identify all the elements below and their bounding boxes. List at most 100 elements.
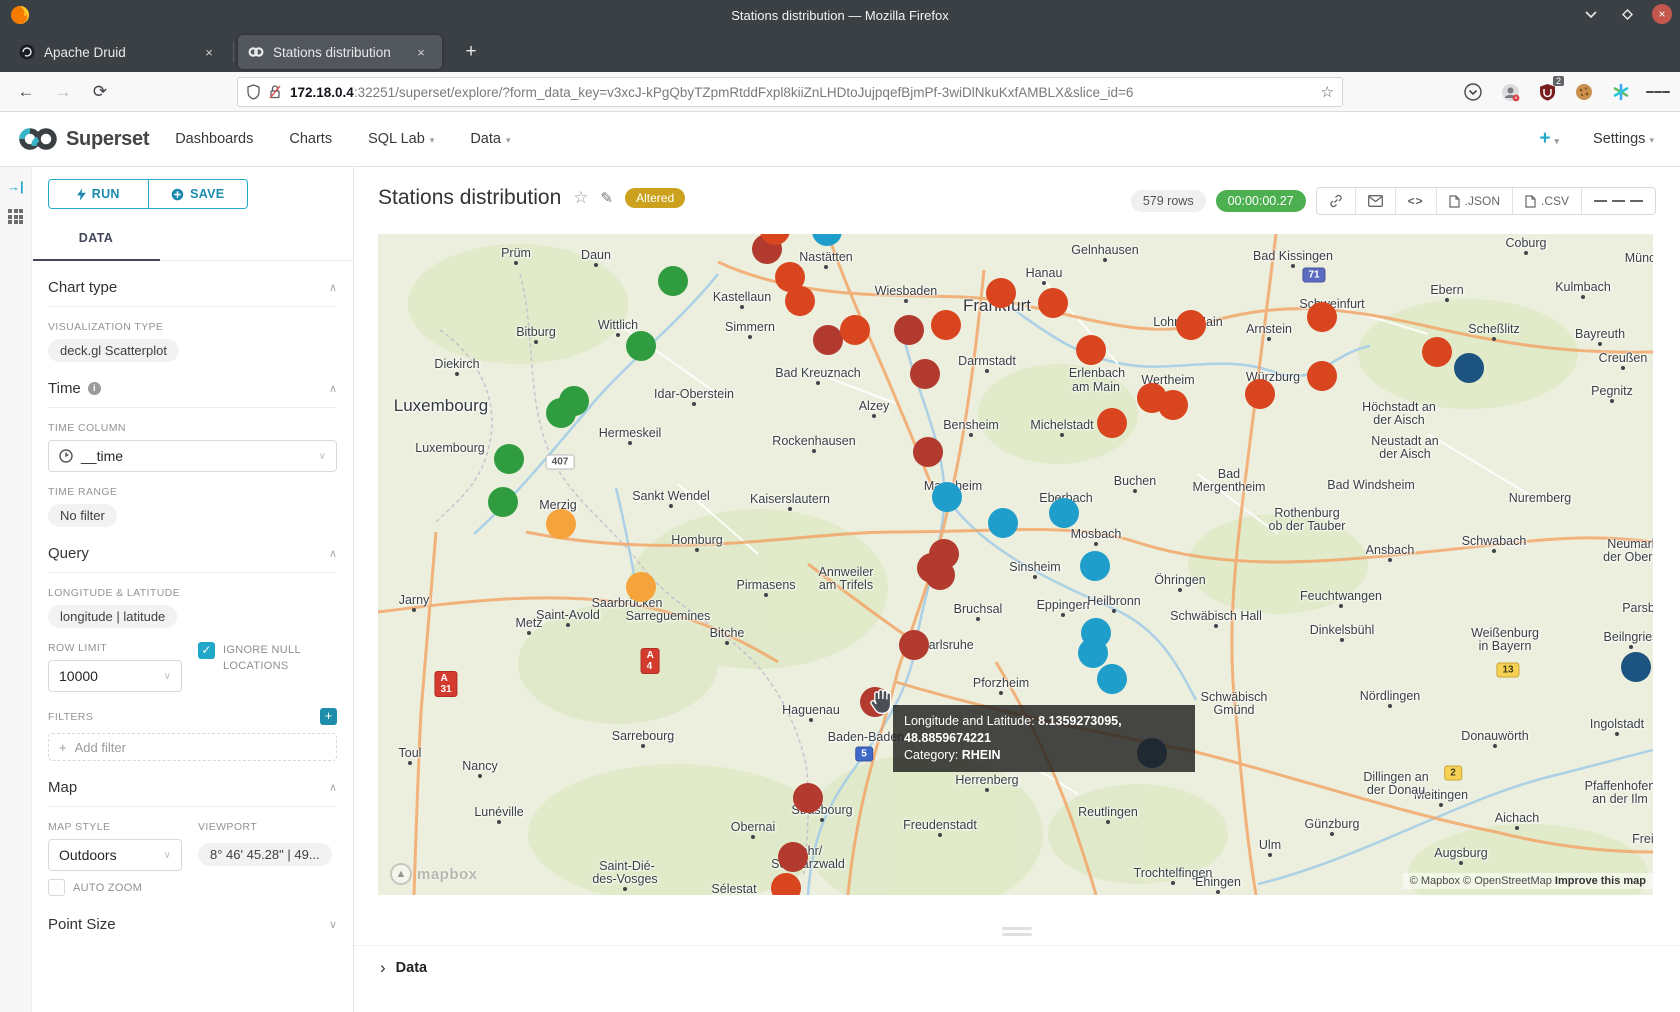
map-scatter-point-red[interactable]	[1158, 390, 1188, 420]
auto-zoom-checkbox[interactable]: AUTO ZOOM	[48, 879, 198, 896]
map-scatter-point-cyan[interactable]	[1049, 498, 1079, 528]
close-icon[interactable]: ×	[1652, 4, 1672, 24]
map-scatter-point-navy[interactable]	[1454, 353, 1484, 383]
map-scatter-point-red[interactable]	[840, 315, 870, 345]
map-scatter-point-red[interactable]	[1422, 337, 1452, 367]
map-scatter-point-red[interactable]	[1245, 379, 1275, 409]
attribution-mapbox[interactable]: © Mapbox	[1410, 875, 1460, 887]
settings-menu[interactable]: Settings ▾	[1593, 131, 1654, 147]
map-scatter-point-cyan[interactable]	[1097, 664, 1127, 694]
data-panel-toggle[interactable]: › Data	[354, 945, 1680, 990]
ignore-null-checkbox[interactable]: ✓ IGNORE NULLLOCATIONS	[198, 642, 337, 674]
map-scatter-point-green[interactable]	[546, 398, 576, 428]
map-scatter-point-red[interactable]	[986, 278, 1016, 308]
map-scatter-point-orange[interactable]	[626, 572, 656, 602]
bookmark-star-icon[interactable]: ☆	[1321, 83, 1334, 101]
deckgl-map[interactable]: PrümDaunNastättenWiesbadenFrankfurtHanau…	[378, 234, 1653, 895]
row-limit-select[interactable]: 10000 ∨	[48, 660, 182, 692]
checkbox-unchecked[interactable]	[48, 879, 65, 896]
email-button[interactable]	[1355, 188, 1395, 214]
map-scatter-point-cyan[interactable]	[932, 482, 962, 512]
account-icon[interactable]: ×	[1498, 80, 1522, 104]
map-scatter-point-darkred[interactable]	[925, 560, 955, 590]
checkbox-checked-icon[interactable]: ✓	[198, 642, 215, 659]
resize-handle[interactable]	[1002, 924, 1032, 939]
map-scatter-point-darkred[interactable]	[793, 783, 823, 813]
add-filter-plus-button[interactable]: +	[320, 708, 337, 725]
map-scatter-point-darkred[interactable]	[913, 437, 943, 467]
map-scatter-point-red[interactable]	[931, 310, 961, 340]
attribution-improve-link[interactable]: Improve this map	[1555, 875, 1646, 887]
cookie-icon[interactable]	[1572, 80, 1596, 104]
viz-type-pill[interactable]: deck.gl Scatterplot	[48, 339, 179, 362]
tab-data[interactable]: DATA	[32, 223, 160, 261]
map-scatter-point-red[interactable]	[785, 286, 815, 316]
superset-brand[interactable]: Superset	[18, 127, 149, 151]
run-button[interactable]: RUN	[49, 180, 148, 208]
mapbox-logo[interactable]: ▲ mapbox	[390, 863, 478, 885]
insecure-padlock-icon[interactable]	[268, 84, 282, 100]
section-header[interactable]: Point Size∨	[48, 916, 337, 933]
map-scatter-point-green[interactable]	[488, 487, 518, 517]
section-header[interactable]: Chart type∧	[48, 279, 337, 296]
map-scatter-point-green[interactable]	[658, 266, 688, 296]
back-button[interactable]: ←	[12, 78, 40, 106]
shield-permissions-icon[interactable]	[246, 84, 261, 100]
lonlat-pill[interactable]: longitude | latitude	[48, 605, 177, 628]
map-scatter-point-green[interactable]	[494, 444, 524, 474]
time-range-pill[interactable]: No filter	[48, 504, 117, 527]
time-column-select[interactable]: __time ∨	[48, 440, 337, 472]
url-bar[interactable]: 172.18.0.4:32251/superset/explore/?form_…	[237, 77, 1343, 107]
chart-menu-button[interactable]	[1581, 188, 1655, 214]
new-tab-button[interactable]: +	[458, 40, 484, 66]
tab-close-icon[interactable]: ×	[198, 45, 220, 60]
map-scatter-point-darkred[interactable]	[894, 315, 924, 345]
forward-button[interactable]: →	[49, 78, 77, 106]
map-scatter-point-green[interactable]	[626, 331, 656, 361]
map-scatter-point-red[interactable]	[771, 873, 801, 895]
section-header[interactable]: Timei∧	[48, 380, 337, 397]
map-scatter-point-red[interactable]	[1076, 335, 1106, 365]
map-scatter-point-navy[interactable]	[1621, 652, 1651, 682]
attribution-osm[interactable]: © OpenStreetMap	[1463, 875, 1552, 887]
extension-asterisk-icon[interactable]	[1609, 80, 1633, 104]
map-scatter-point-darkred[interactable]	[899, 630, 929, 660]
edit-properties-icon[interactable]: ✎	[601, 189, 614, 207]
new-item-button[interactable]: +▾	[1539, 128, 1559, 150]
section-header[interactable]: Query∧	[48, 545, 337, 562]
map-scatter-point-cyan[interactable]	[1078, 638, 1108, 668]
embed-code-button[interactable]: <>	[1395, 188, 1436, 214]
tab-close-icon[interactable]: ×	[410, 45, 432, 60]
pocket-icon[interactable]	[1461, 80, 1485, 104]
expand-datasource-icon[interactable]: →|	[7, 179, 24, 194]
menu-icon[interactable]	[1646, 80, 1670, 104]
viewport-pill[interactable]: 8° 46' 45.28" | 49...	[198, 843, 332, 866]
map-scatter-point-orange[interactable]	[546, 509, 576, 539]
map-scatter-point-red[interactable]	[1038, 288, 1068, 318]
section-header[interactable]: Map∧	[48, 779, 337, 796]
map-style-select[interactable]: Outdoors ∨	[48, 839, 182, 871]
map-scatter-point-darkred[interactable]	[910, 359, 940, 389]
map-scatter-point-darkred[interactable]	[813, 325, 843, 355]
datasource-grid-icon[interactable]	[8, 209, 23, 224]
map-scatter-point-red[interactable]	[1307, 302, 1337, 332]
tab-stations-distribution[interactable]: Stations distribution ×	[238, 35, 442, 69]
map-scatter-point-cyan[interactable]	[988, 508, 1018, 538]
map-scatter-point-red[interactable]	[1307, 361, 1337, 391]
nav-dashboards[interactable]: Dashboards	[175, 131, 253, 147]
add-filter-box[interactable]: + Add filter	[48, 733, 337, 761]
map-scatter-point-red[interactable]	[1176, 310, 1206, 340]
map-scatter-point-cyan[interactable]	[1080, 551, 1110, 581]
export-json-button[interactable]: .JSON	[1436, 188, 1512, 214]
nav-data[interactable]: Data▾	[470, 131, 510, 147]
minimize-icon[interactable]	[1580, 3, 1602, 25]
save-button[interactable]: SAVE	[148, 180, 248, 208]
map-scatter-point-darkred[interactable]	[778, 842, 808, 872]
share-link-button[interactable]	[1317, 188, 1355, 214]
reload-button[interactable]: ⟳	[86, 78, 114, 106]
favorite-star-icon[interactable]: ☆	[573, 188, 588, 208]
export-csv-button[interactable]: .CSV	[1512, 188, 1581, 214]
nav-sql-lab[interactable]: SQL Lab▾	[368, 131, 434, 147]
maximize-icon[interactable]	[1616, 3, 1638, 25]
tab-apache-druid[interactable]: Apache Druid ×	[9, 35, 230, 69]
